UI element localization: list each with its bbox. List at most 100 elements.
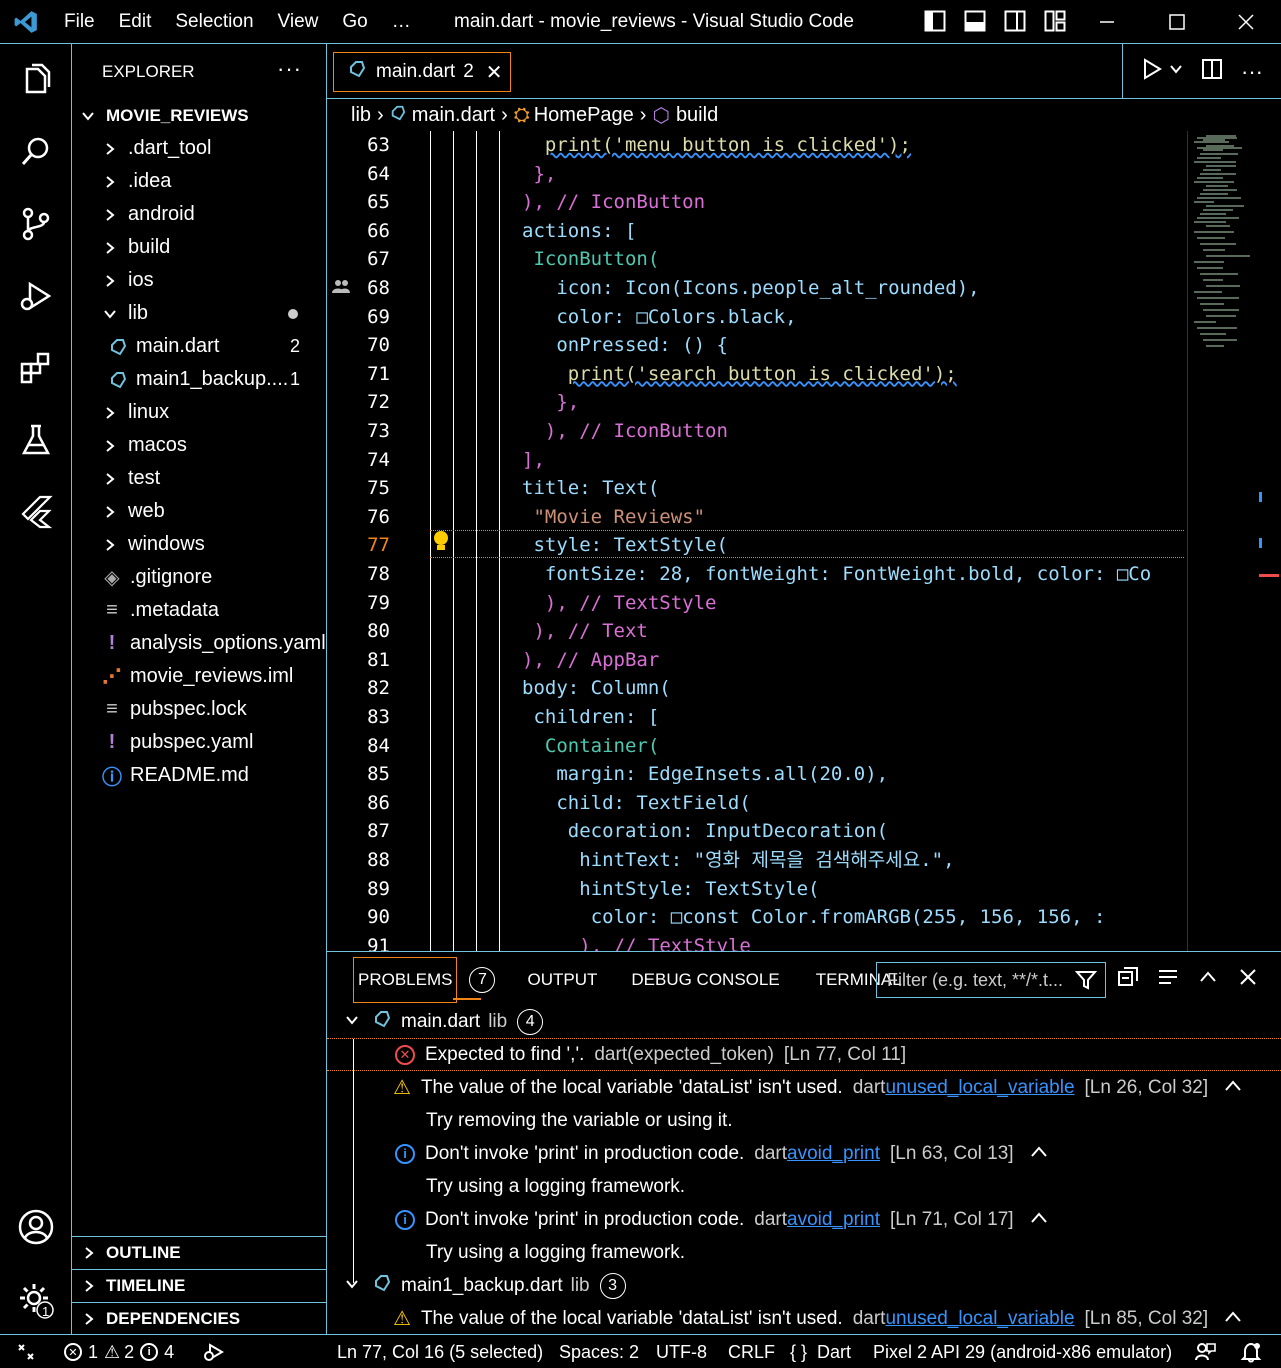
cursor-position[interactable]: Ln 77, Col 16 (5 selected) [337, 1335, 543, 1368]
tab-problems[interactable]: PROBLEMS [353, 957, 458, 1003]
tree-item[interactable]: main1_backup.... 1 [72, 363, 326, 396]
menu-edit[interactable]: Edit [107, 0, 164, 44]
menu-more[interactable]: … [380, 0, 423, 44]
chevron-up-icon[interactable] [1224, 1308, 1242, 1330]
tab-debug-console[interactable]: DEBUG CONSOLE [631, 970, 779, 990]
manage-gear-icon[interactable]: 1 [0, 1264, 72, 1336]
problem-rule-link[interactable]: avoid_print [787, 1209, 880, 1231]
code-line[interactable]: 84 Container( [327, 732, 1197, 761]
tree-item[interactable]: ! pubspec.yaml [72, 726, 326, 759]
toggle-secondary-sidebar-icon[interactable] [1002, 8, 1028, 34]
code-line[interactable]: 73), // IconButton [327, 417, 1197, 446]
tree-item[interactable]: ⓘ README.md [72, 759, 326, 792]
explorer-icon[interactable] [0, 44, 72, 116]
tree-item[interactable]: android [72, 198, 326, 231]
problems-filter-input[interactable]: Filter (e.g. text, **/*.t... [876, 962, 1106, 998]
end-of-line[interactable]: CRLF [728, 1335, 775, 1368]
minimap[interactable] [1187, 131, 1281, 951]
problem-file-main-dart[interactable]: main.dart lib 4 [327, 1005, 1281, 1038]
code-line[interactable]: 67 IconButton( [327, 245, 1197, 274]
problem-rule-link[interactable]: avoid_print [787, 1143, 880, 1165]
testing-flask-icon[interactable] [0, 404, 72, 476]
code-line[interactable]: 80), // Text [327, 617, 1197, 646]
tree-item[interactable]: ⋰ movie_reviews.iml [72, 660, 326, 693]
flutter-icon[interactable] [0, 476, 72, 548]
tab-output[interactable]: OUTPUT [527, 970, 597, 990]
tree-item[interactable]: ≡ .metadata [72, 594, 326, 627]
menu-view[interactable]: View [266, 0, 331, 44]
code-line[interactable]: 71 print('search button is clicked'); [327, 360, 1197, 389]
chevron-up-icon[interactable] [1030, 1209, 1048, 1231]
collapse-all-icon[interactable] [1117, 966, 1139, 993]
code-line[interactable]: 88 hintText: "영화 제목을 검색해주세요.", [327, 846, 1197, 875]
tree-item[interactable]: ios [72, 264, 326, 297]
tree-item[interactable]: linux [72, 396, 326, 429]
chevron-down-icon[interactable] [1169, 62, 1183, 81]
code-line[interactable]: 86 child: TextField( [327, 789, 1197, 818]
debug-icon[interactable] [202, 1335, 224, 1368]
code-line[interactable]: 78 fontSize: 28, fontWeight: FontWeight.b… [327, 560, 1197, 589]
tree-item[interactable]: lib [72, 297, 326, 330]
problems-status[interactable]: ✕ 1 ⚠ 2 i 4 [64, 1335, 174, 1368]
device-selector[interactable]: Pixel 2 API 29 (android-x86 emulator) [873, 1335, 1172, 1368]
menu-go[interactable]: Go [330, 0, 379, 44]
timeline-section[interactable]: TIMELINE [72, 1269, 326, 1302]
code-line[interactable]: 82 body: Column( [327, 674, 1197, 703]
problem-row[interactable]: i Don't invoke 'print' in production cod… [327, 1203, 1281, 1236]
tab-main-dart[interactable]: main.dart 2 ✕ [333, 52, 511, 92]
tree-item[interactable]: web [72, 495, 326, 528]
problem-row[interactable]: ⚠ The value of the local variable 'dataL… [327, 1071, 1281, 1104]
code-line[interactable]: 63 print('menu button is clicked'); [327, 131, 1197, 160]
toggle-primary-sidebar-icon[interactable] [922, 8, 948, 34]
tree-item[interactable]: macos [72, 429, 326, 462]
problem-row[interactable]: i Don't invoke 'print' in production cod… [327, 1137, 1281, 1170]
tree-item[interactable]: ≡ pubspec.lock [72, 693, 326, 726]
code-line[interactable]: 72}, [327, 388, 1197, 417]
close-icon[interactable]: ✕ [486, 60, 503, 85]
problem-row[interactable]: ✕ Expected to find ','. dart(expected_to… [327, 1038, 1281, 1071]
breadcrumb-main-dart[interactable]: main.dart [412, 104, 495, 127]
indentation[interactable]: Spaces: 2 [559, 1335, 639, 1368]
remote-indicator-icon[interactable] [16, 1335, 36, 1368]
filter-funnel-icon[interactable] [1074, 969, 1098, 996]
chevron-up-icon[interactable] [1224, 1077, 1242, 1099]
tree-item[interactable]: main.dart 2 [72, 330, 326, 363]
close-window-icon[interactable] [1211, 0, 1281, 44]
tree-item[interactable]: test [72, 462, 326, 495]
code-line[interactable]: 70 onPressed: () { [327, 331, 1197, 360]
breadcrumb-build[interactable]: build [676, 104, 718, 127]
notifications-bell-icon[interactable] [1240, 1335, 1262, 1368]
problem-row[interactable]: ⚠ The value of the local variable 'dataL… [327, 1302, 1281, 1335]
maximize-icon[interactable] [1142, 0, 1212, 44]
outline-section[interactable]: OUTLINE [72, 1236, 326, 1269]
workspace-root[interactable]: MOVIE_REVIEWS [72, 99, 326, 132]
tree-item[interactable]: .idea [72, 165, 326, 198]
code-line[interactable]: 91), // TextStyle [327, 932, 1197, 951]
code-line[interactable]: 69 color: □Colors.black, [327, 303, 1197, 332]
code-line[interactable]: 64}, [327, 160, 1197, 189]
close-panel-icon[interactable] [1237, 966, 1259, 993]
code-line[interactable]: 68 icon: Icon(Icons.people_alt_rounded), [327, 274, 1197, 303]
menu-file[interactable]: File [52, 0, 107, 44]
split-editor-icon[interactable] [1201, 58, 1223, 85]
code-line[interactable]: 75 title: Text( [327, 474, 1197, 503]
code-line[interactable]: 77 style: TextStyle( [327, 531, 1197, 560]
code-line[interactable]: 79), // TextStyle [327, 589, 1197, 618]
chevron-up-icon[interactable] [1030, 1143, 1048, 1165]
breadcrumb-homepage[interactable]: HomePage [534, 104, 634, 127]
problem-file-main1-backup[interactable]: main1_backup.dart lib 3 [327, 1269, 1281, 1302]
code-line[interactable]: 74], [327, 446, 1197, 475]
more-actions-icon[interactable]: ··· [277, 56, 302, 82]
encoding[interactable]: UTF-8 [656, 1335, 707, 1368]
accounts-icon[interactable] [0, 1191, 72, 1263]
code-line[interactable]: 89 hintStyle: TextStyle( [327, 875, 1197, 904]
tree-item[interactable]: windows [72, 528, 326, 561]
code-line[interactable]: 66 actions: [ [327, 217, 1197, 246]
language-mode[interactable]: { } Dart [790, 1335, 851, 1368]
maximize-panel-icon[interactable] [1197, 966, 1219, 993]
menu-selection[interactable]: Selection [163, 0, 265, 44]
tree-item[interactable]: ! analysis_options.yaml [72, 627, 326, 660]
search-icon[interactable] [0, 116, 72, 188]
breadcrumb-lib[interactable]: lib [351, 104, 371, 127]
tree-item[interactable]: ◈ .gitignore [72, 561, 326, 594]
